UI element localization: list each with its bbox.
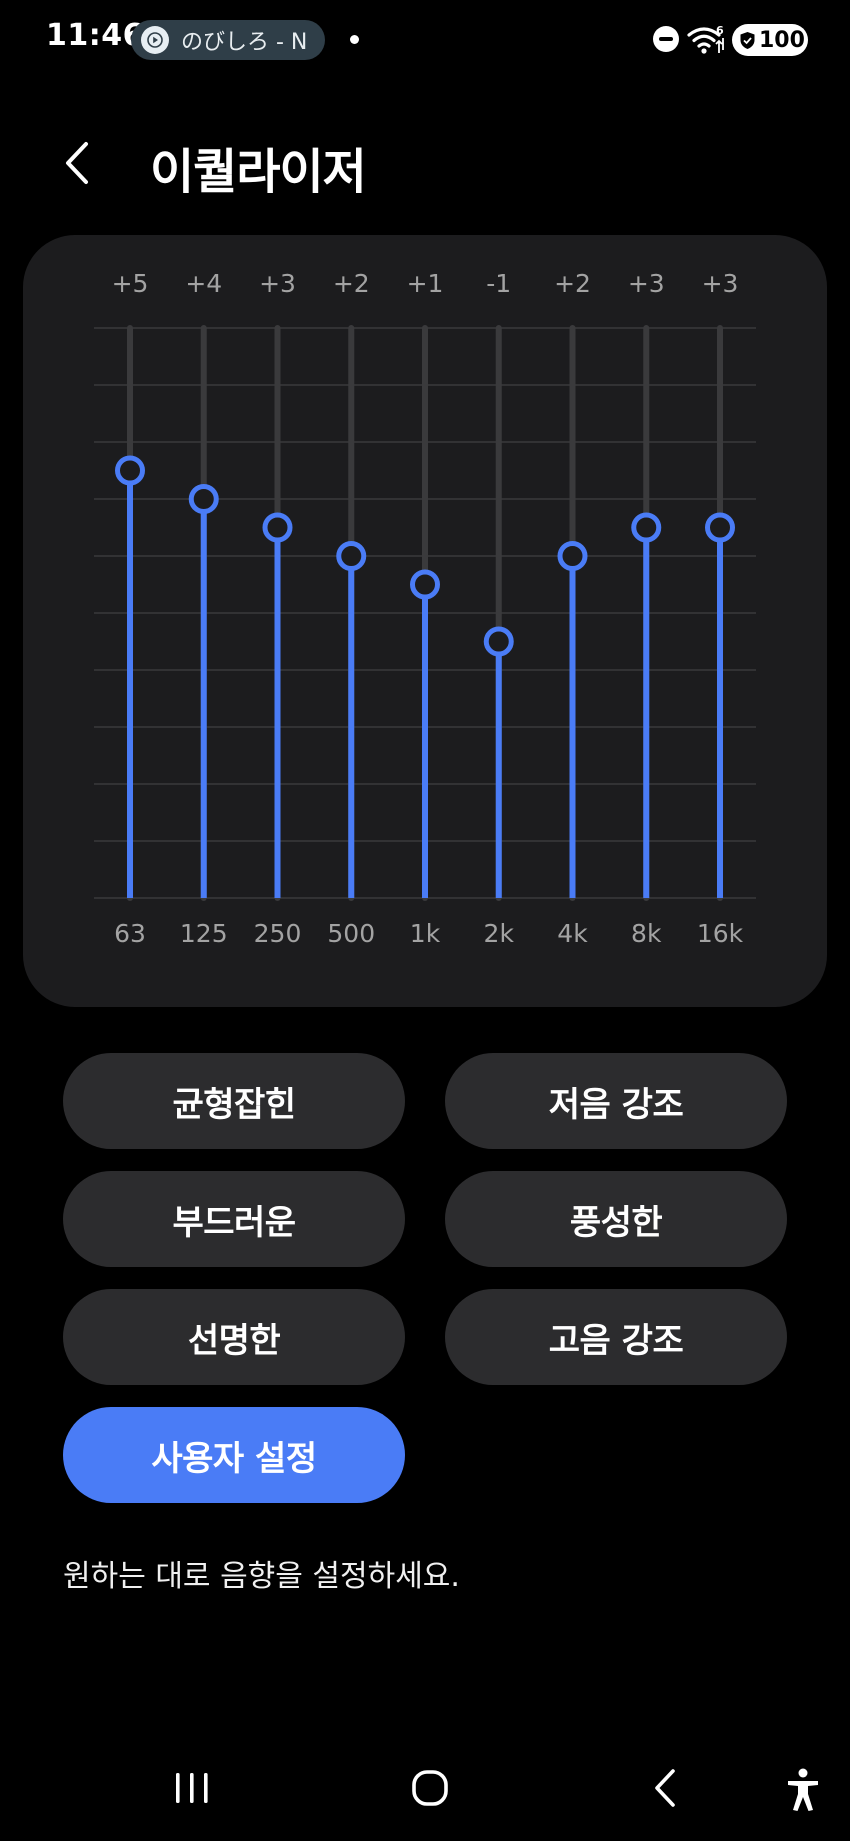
chevron-left-icon (66, 142, 88, 184)
frequency-label: 4k (557, 919, 588, 948)
frequency-label: 63 (114, 919, 146, 948)
gain-label: +3 (702, 269, 739, 298)
gain-label: +1 (407, 269, 444, 298)
recent-apps-button[interactable] (162, 1762, 222, 1814)
preset-balanced-button[interactable]: 균형잡힌 (63, 1053, 405, 1149)
frequency-label: 125 (180, 919, 228, 948)
page-title: 이퀄라이저 (150, 144, 367, 200)
home-icon (412, 1770, 448, 1806)
svg-text:6: 6 (716, 24, 724, 37)
gain-label: +3 (259, 269, 296, 298)
slider-knob[interactable] (557, 541, 588, 571)
status-bar: 11:46 のびしろ - N 6 100 (0, 0, 850, 80)
home-button[interactable] (400, 1760, 460, 1816)
back-button[interactable] (48, 126, 108, 200)
battery-indicator: 100 (732, 24, 808, 56)
slider-knob[interactable] (705, 512, 735, 543)
frequency-label: 8k (631, 919, 662, 948)
slider-knob[interactable] (115, 455, 145, 486)
frequency-label: 1k (410, 919, 441, 948)
hint-text: 원하는 대로 음향을 설정하세요. (63, 1559, 460, 1594)
gain-label: +2 (333, 269, 370, 298)
slider-knob[interactable] (262, 512, 293, 543)
slider-knob[interactable] (631, 512, 662, 543)
frequency-label: 2k (484, 919, 515, 948)
preset-custom-button[interactable]: 사용자 설정 (63, 1407, 405, 1503)
shield-icon (740, 31, 755, 49)
gain-label: +3 (628, 269, 665, 298)
do-not-disturb-icon (653, 26, 679, 52)
clock: 11:46 (46, 18, 144, 53)
slider-knob[interactable] (336, 541, 367, 571)
equalizer-graph[interactable]: +5 63 +4 125 +3 250 +2 500 +1 1k -1 2k +2 4k +3 8k +3 16k (23, 235, 827, 1007)
preset-treble-boost-button[interactable]: 고음 강조 (445, 1289, 787, 1385)
slider-knob[interactable] (483, 626, 514, 657)
preset-soft-button[interactable]: 부드러운 (63, 1171, 405, 1267)
gain-label: -1 (486, 269, 511, 298)
accessibility-icon (788, 1768, 818, 1811)
gain-label: +2 (554, 269, 591, 298)
wifi-icon: 6 (686, 24, 726, 60)
slider-knob[interactable] (410, 569, 440, 600)
media-title: のびしろ - N (181, 30, 308, 55)
preset-clear-button[interactable]: 선명한 (63, 1289, 405, 1385)
frequency-label: 500 (327, 919, 375, 948)
media-chip[interactable]: のびしろ - N (131, 20, 325, 60)
nav-back-button[interactable] (640, 1762, 690, 1814)
accessibility-button[interactable] (778, 1762, 828, 1818)
navigation-bar (0, 1740, 850, 1841)
notification-dot-icon (350, 35, 359, 44)
battery-level: 100 (759, 27, 805, 53)
gain-label: +5 (112, 269, 149, 298)
preset-bass-boost-button[interactable]: 저음 강조 (445, 1053, 787, 1149)
frequency-label: 250 (254, 919, 302, 948)
gain-label: +4 (185, 269, 222, 298)
recent-apps-icon (176, 1773, 208, 1803)
preset-dynamic-button[interactable]: 풍성한 (445, 1171, 787, 1267)
slider-knob[interactable] (188, 484, 219, 514)
equalizer-card: +5 63 +4 125 +3 250 +2 500 +1 1k -1 2k +2 4k +3 8k +3 16k (23, 235, 827, 1007)
frequency-label: 16k (697, 919, 744, 948)
play-icon (141, 26, 169, 54)
back-arrow-icon (655, 1769, 675, 1807)
